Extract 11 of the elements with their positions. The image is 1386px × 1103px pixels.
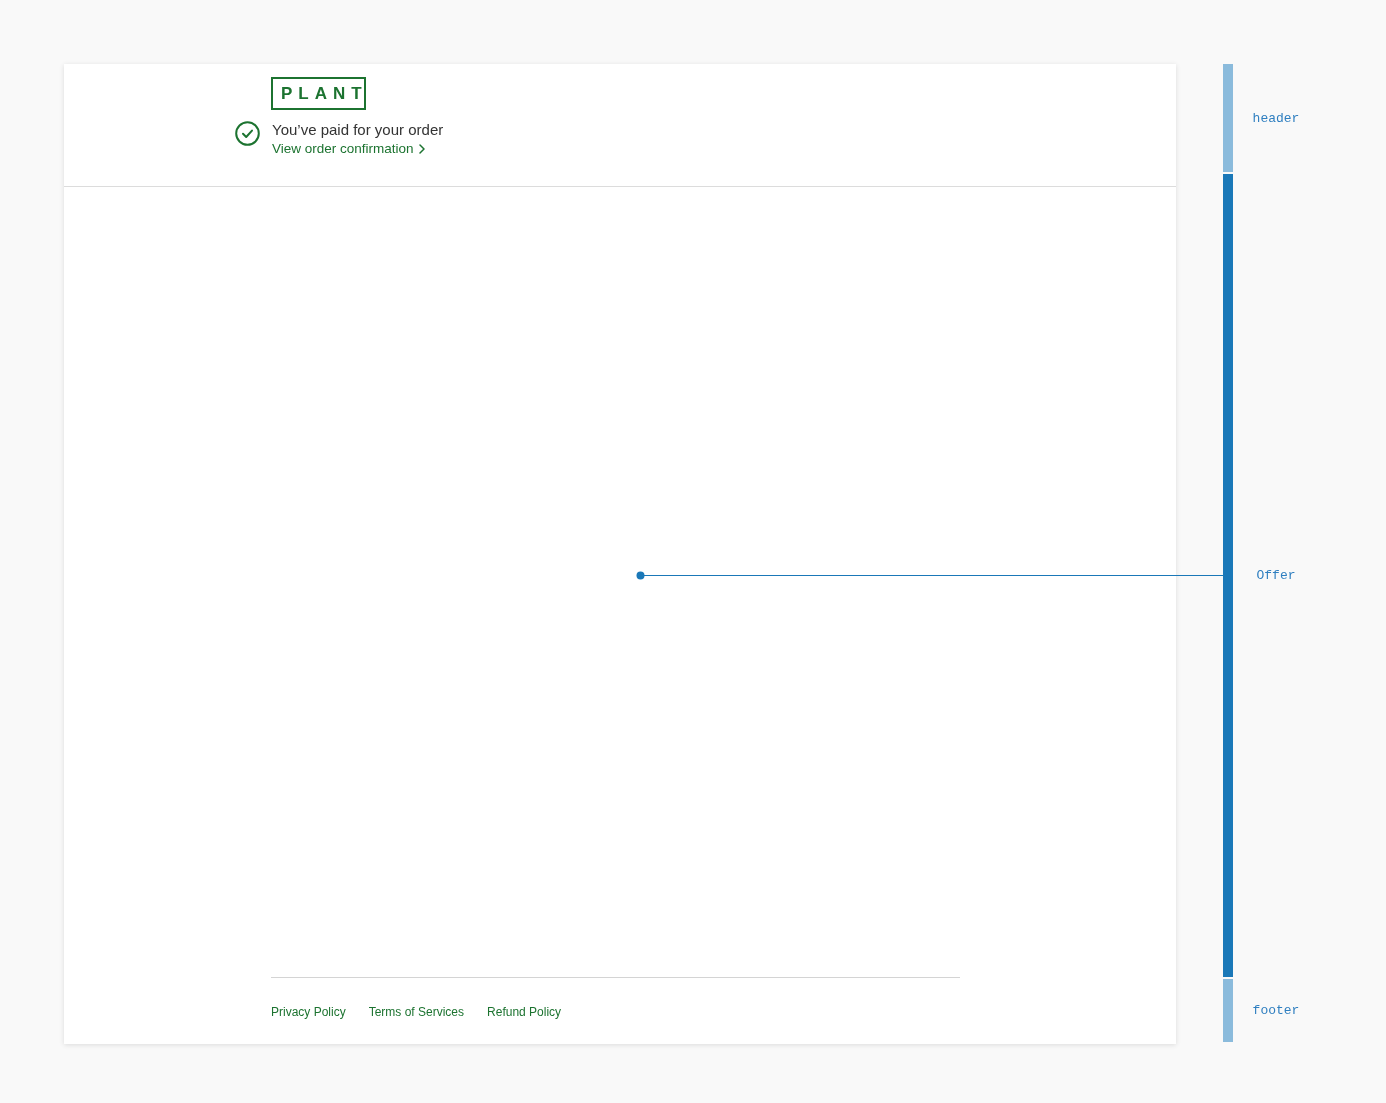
section-label: footer xyxy=(1252,1003,1300,1018)
order-confirmation-link[interactable]: View order confirmation xyxy=(272,140,425,158)
section-label: header xyxy=(1252,110,1300,126)
logo-wordmark: PLANT xyxy=(271,77,366,110)
footer-link[interactable]: Privacy Policy xyxy=(271,1004,346,1020)
payment-status-title: You’ve paid for your order xyxy=(272,120,444,140)
chevron-right-icon xyxy=(418,144,425,154)
footer-link[interactable]: Terms of Services xyxy=(368,1004,465,1020)
check-circle-icon xyxy=(235,121,260,146)
section-label: Offer xyxy=(1256,568,1296,583)
footer-link[interactable]: Refund Policy xyxy=(487,1004,562,1020)
